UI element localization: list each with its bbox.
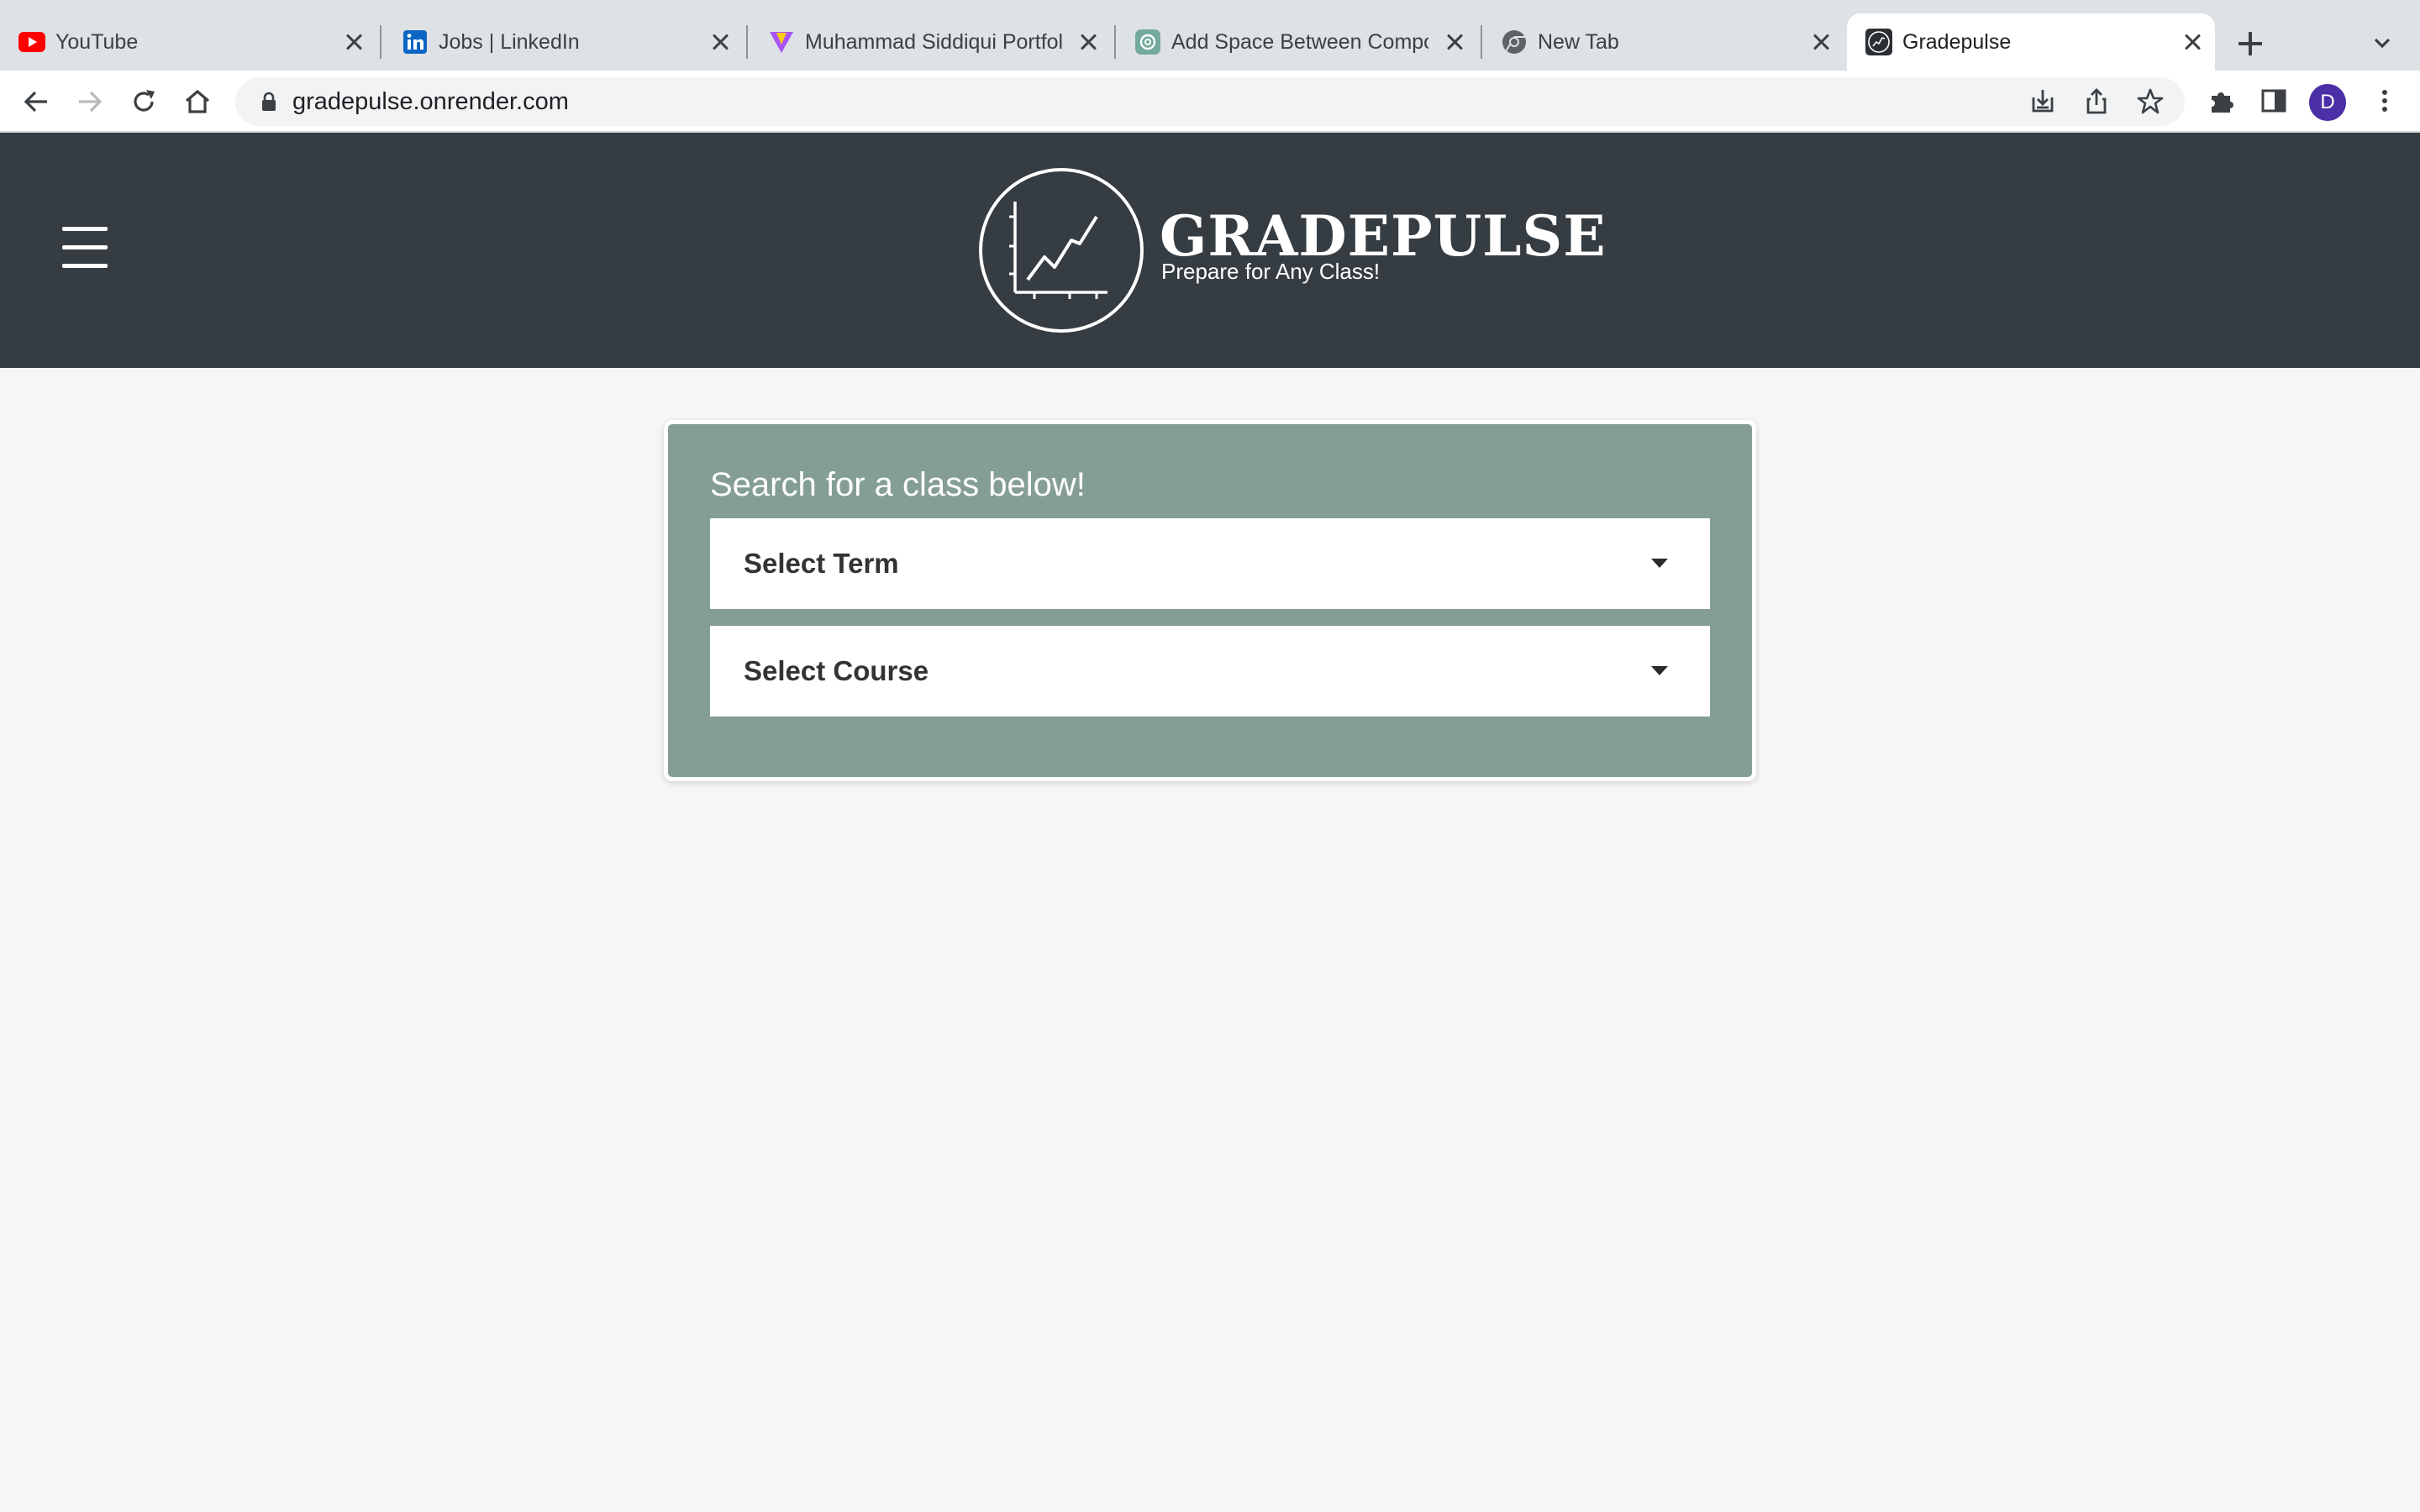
term-select[interactable]: Select Term xyxy=(710,518,1710,609)
arrow-left-icon xyxy=(24,91,47,113)
extensions-button[interactable] xyxy=(2202,81,2242,121)
chevron-down-icon xyxy=(2374,38,2391,49)
lock-icon[interactable] xyxy=(259,92,279,112)
tab-title: Jobs | LinkedIn xyxy=(439,30,580,54)
tab-new-tab[interactable]: New Tab xyxy=(1482,13,1844,71)
profile-avatar[interactable]: D xyxy=(2309,84,2346,121)
tab-separator xyxy=(380,25,381,59)
tab-strip: YouTube Jobs | LinkedIn Muhammad Siddiqu… xyxy=(0,0,2420,71)
address-bar[interactable]: gradepulse.onrender.com xyxy=(235,77,2185,126)
tab-title: Gradepulse xyxy=(1902,30,2012,54)
site-header: GRADEPULSE Prepare for Any Class! xyxy=(0,133,2420,368)
youtube-icon xyxy=(18,29,45,55)
caret-down-icon xyxy=(1651,666,1668,675)
brand-tagline: Prepare for Any Class! xyxy=(1161,259,1381,284)
caret-down-icon xyxy=(1651,559,1668,568)
arrow-right-icon xyxy=(79,91,103,113)
browser-menu-button[interactable] xyxy=(2365,81,2405,121)
forward-button[interactable] xyxy=(71,82,109,121)
chatgpt-icon xyxy=(1134,29,1161,55)
search-title: Search for a class below! xyxy=(710,466,1086,503)
menu-icon[interactable] xyxy=(62,227,108,268)
star-icon xyxy=(2137,88,2164,114)
reload-button[interactable] xyxy=(124,82,163,121)
install-app-button[interactable] xyxy=(2027,86,2059,118)
close-icon[interactable] xyxy=(1810,30,1833,54)
tab-title: Muhammad Siddiqui Portfolio xyxy=(805,30,1062,54)
vite-icon xyxy=(768,29,795,55)
close-icon[interactable] xyxy=(343,30,366,54)
close-icon[interactable] xyxy=(1077,30,1101,54)
tab-title: Add Space Between Components xyxy=(1171,30,1428,54)
chrome-icon xyxy=(1501,29,1528,55)
side-panel-button[interactable] xyxy=(2254,81,2294,121)
reload-icon xyxy=(134,90,155,112)
bookmark-button[interactable] xyxy=(2134,86,2166,118)
download-icon xyxy=(2032,90,2054,113)
side-panel-icon xyxy=(2261,89,2286,113)
chart-logo-icon[interactable] xyxy=(977,166,1145,334)
close-icon[interactable] xyxy=(709,30,733,54)
back-button[interactable] xyxy=(17,82,55,121)
close-icon[interactable] xyxy=(2181,30,2205,54)
tab-linkedin[interactable]: Jobs | LinkedIn xyxy=(383,13,748,71)
tab-gradepulse[interactable]: Gradepulse xyxy=(1847,13,2215,71)
tab-title: YouTube xyxy=(55,30,139,54)
linkedin-icon xyxy=(402,29,429,55)
share-button[interactable] xyxy=(2081,86,2112,118)
brand-name[interactable]: GRADEPULSE xyxy=(1160,208,1607,264)
gradepulse-icon xyxy=(1865,29,1892,55)
url-text[interactable]: gradepulse.onrender.com xyxy=(292,77,569,126)
course-select-value: Select Course xyxy=(744,655,929,686)
puzzle-icon xyxy=(2212,92,2233,113)
tab-search-button[interactable] xyxy=(2370,30,2395,55)
search-card: Search for a class below! Select Term Se… xyxy=(664,420,1756,781)
tab-title: New Tab xyxy=(1538,30,1619,54)
home-icon xyxy=(185,89,210,113)
new-tab-button[interactable] xyxy=(2233,27,2267,60)
term-select-value: Select Term xyxy=(744,548,899,579)
home-button[interactable] xyxy=(178,82,217,121)
course-select[interactable]: Select Course xyxy=(710,626,1710,717)
close-icon[interactable] xyxy=(1444,30,1467,54)
tab-chatgpt[interactable]: Add Space Between Components xyxy=(1116,13,1482,71)
share-icon xyxy=(2086,88,2107,114)
browser-toolbar: gradepulse.onrender.com D xyxy=(0,71,2420,133)
tab-portfolio[interactable]: Muhammad Siddiqui Portfolio xyxy=(750,13,1116,71)
tab-separator xyxy=(746,25,748,59)
more-vertical-icon xyxy=(2382,90,2387,112)
tab-youtube[interactable]: YouTube xyxy=(0,13,381,71)
